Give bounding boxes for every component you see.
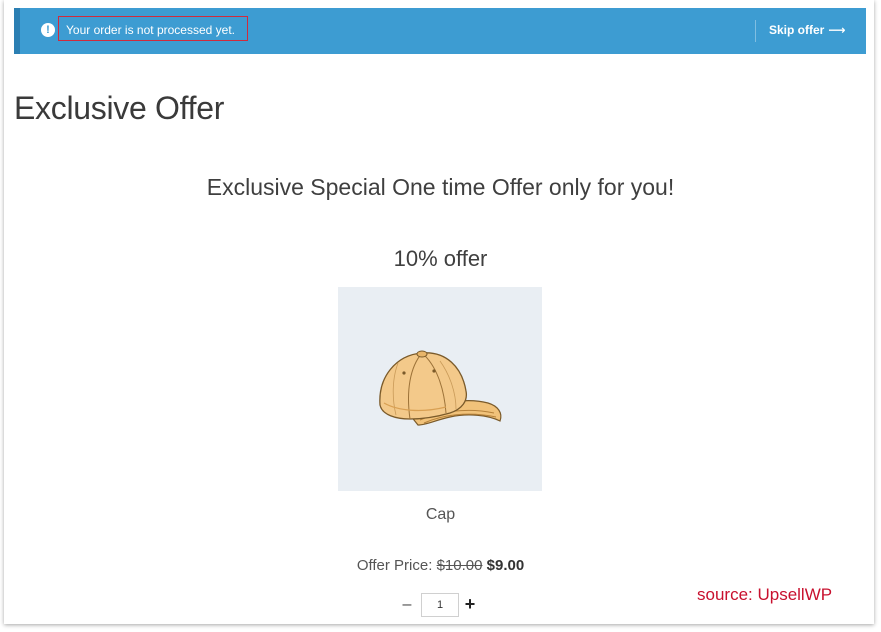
original-price: $10.00	[436, 557, 483, 574]
product-image[interactable]	[338, 287, 542, 491]
quantity-decrease-button[interactable]: –	[399, 595, 415, 615]
exclamation-icon: !	[41, 23, 55, 37]
order-notice-banner: ! Your order is not processed yet. Skip …	[14, 8, 866, 54]
cap-icon	[379, 350, 502, 426]
offer-price-label: Offer Price:	[356, 557, 433, 574]
offer-heading: Exclusive Special One time Offer only fo…	[206, 174, 675, 200]
skip-offer-label[interactable]: Skip offer	[769, 23, 824, 37]
product-name: Cap	[425, 506, 456, 523]
arrow-right-icon[interactable]: ⟶	[828, 22, 845, 38]
source-watermark: source: UpsellWP	[697, 585, 833, 604]
notice-divider	[755, 20, 756, 42]
skip-offer-link[interactable]: Skip offer ⟶	[769, 22, 846, 38]
offer-price: $9.00	[486, 557, 525, 574]
offer-price-row: Offer Price: $10.00 $9.00	[0, 556, 881, 576]
offer-discount-label: 10% offer	[393, 246, 488, 271]
quantity-input[interactable]	[421, 593, 459, 617]
page-title: Exclusive Offer	[14, 90, 225, 126]
quantity-increase-button[interactable]: +	[462, 594, 478, 614]
notice-message: Your order is not processed yet.	[66, 23, 235, 37]
